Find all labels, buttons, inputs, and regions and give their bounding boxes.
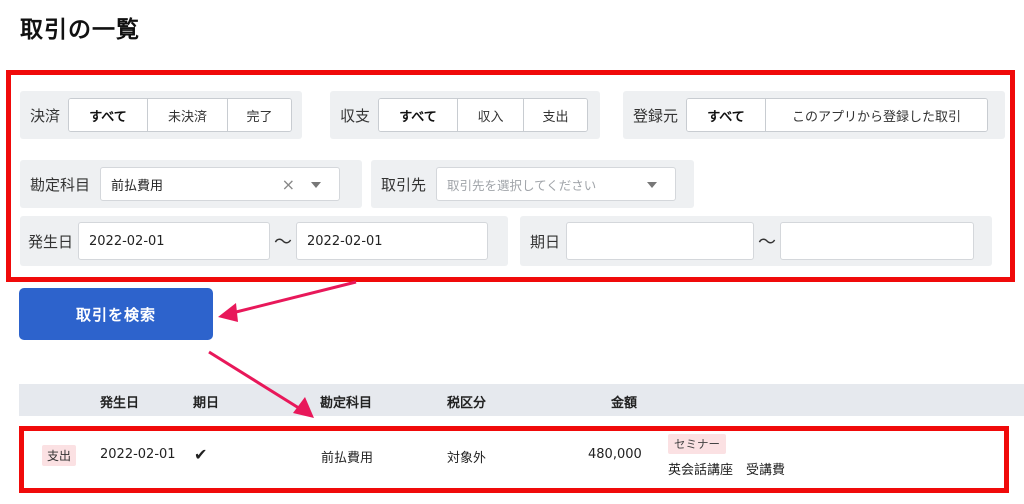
highlight-frame-filters — [6, 70, 1015, 282]
column-header-issue-date[interactable]: 発生日 — [100, 392, 139, 411]
column-header-due-date[interactable]: 期日 — [193, 392, 219, 411]
page-title: 取引の一覧 — [20, 17, 140, 43]
column-header-amount[interactable]: 金額 — [611, 392, 637, 411]
arrow-to-search-button — [218, 280, 357, 322]
search-transactions-button[interactable]: 取引を検索 — [19, 288, 213, 340]
highlight-frame-result — [19, 426, 1009, 493]
column-header-account-item[interactable]: 勘定科目 — [320, 392, 372, 411]
table-header: 発生日 期日 勘定科目 税区分 金額 — [19, 384, 1024, 416]
column-header-tax[interactable]: 税区分 — [447, 392, 486, 411]
